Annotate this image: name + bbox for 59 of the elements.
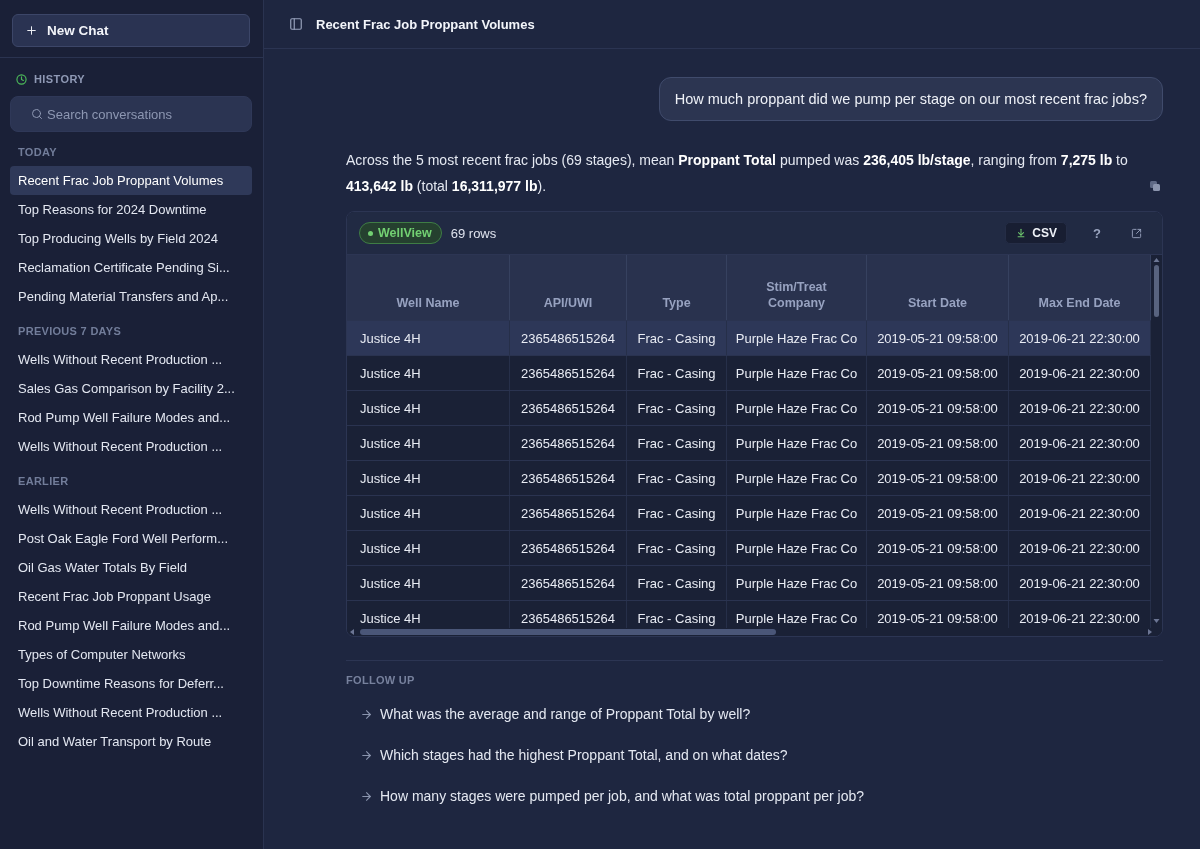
conversation-item[interactable]: Types of Computer Networks: [10, 640, 252, 669]
conversation-item[interactable]: Pending Material Transfers and Ap...: [10, 282, 252, 311]
status-dot-icon: [368, 230, 373, 236]
table-row[interactable]: Justice 4H 2365486515264 Frac - Casing Purple Haze Frac Co 2019-05-21 09:58:00 2019-06-21 22:30:00: [347, 600, 1151, 628]
table-row[interactable]: Justice 4H 2365486515264 Frac - Casing Purple Haze Frac Co 2019-05-21 09:58:00 2019-06-21 22:30:00: [347, 355, 1151, 390]
history-label: HISTORY: [34, 73, 86, 85]
table-row[interactable]: Justice 4H 2365486515264 Frac - Casing Purple Haze Frac Co 2019-05-21 09:58:00 2019-06-21 22:30:00: [347, 495, 1151, 530]
open-external-button[interactable]: [1131, 227, 1142, 239]
source-name: WellView: [378, 226, 432, 240]
arrow-right-icon: [360, 748, 373, 762]
copy-icon: [1150, 181, 1160, 191]
chat-title: Recent Frac Job Proppant Volumes: [316, 16, 535, 32]
conversation-item[interactable]: Post Oak Eagle Ford Well Perform...: [10, 524, 252, 553]
row-count: 69 rows: [450, 225, 497, 241]
follow-up-label: FOLLOW UP: [346, 674, 416, 686]
conversation-item[interactable]: Wells Without Recent Production ...: [10, 698, 252, 727]
conversation-item[interactable]: Wells Without Recent Production ...: [10, 432, 252, 461]
conversation-item[interactable]: Oil Gas Water Totals By Field: [10, 553, 252, 582]
copy-button[interactable]: [1150, 181, 1160, 191]
follow-up-question[interactable]: What was the average and range of Proppant Total by well?: [346, 696, 761, 732]
conversation-item[interactable]: Wells Without Recent Production ...: [10, 345, 252, 374]
section-label: EARLIER: [17, 474, 70, 489]
conversation-item[interactable]: Rod Pump Well Failure Modes and...: [10, 403, 252, 432]
plus-icon: [25, 24, 38, 37]
help-button[interactable]: ?: [1093, 225, 1101, 241]
table-row[interactable]: Justice 4H 2365486515264 Frac - Casing Purple Haze Frac Co 2019-05-21 09:58:00 2019-06-21 22:30:00: [347, 460, 1151, 495]
search-icon: [31, 108, 43, 120]
table-row[interactable]: Justice 4H 2365486515264 Frac - Casing Purple Haze Frac Co 2019-05-21 09:58:00 2019-06-21 22:30:00: [347, 565, 1151, 600]
conversation-item[interactable]: Top Producing Wells by Field 2024: [10, 224, 252, 253]
search-field[interactable]: Search conversations: [10, 96, 252, 132]
panel-icon: [289, 17, 303, 31]
conversation-item[interactable]: Reclamation Certificate Pending Si...: [10, 253, 252, 282]
csv-download-button[interactable]: CSV: [1005, 222, 1068, 244]
conversation-item[interactable]: Recent Frac Job Proppant Usage: [10, 582, 252, 611]
arrow-right-icon: [360, 789, 373, 803]
user-message: How much proppant did we pump per stage on our most recent frac jobs?: [658, 77, 1163, 121]
conversation-item[interactable]: Top Downtime Reasons for Deferr...: [10, 669, 252, 698]
conversation-item[interactable]: Top Reasons for 2024 Downtime: [10, 195, 252, 224]
conversation-item[interactable]: Rod Pump Well Failure Modes and...: [10, 611, 252, 640]
follow-up-question[interactable]: Which stages had the highest Proppant Total, and on what dates?: [346, 737, 798, 773]
section-label: TODAY: [17, 145, 58, 160]
external-link-icon: [1131, 227, 1142, 239]
table-row[interactable]: Justice 4H 2365486515264 Frac - Casing Purple Haze Frac Co 2019-05-21 09:58:00 2019-06-21 22:30:00: [347, 320, 1151, 355]
answer-text: Across the 5 most recent frac jobs (69 stages), mean Proppant Total pumped was 236,405 lb/stage, ranging from 7,275 lb to 413,642 lb (total 16,311,977 lb).: [346, 151, 1129, 196]
table-row[interactable]: Justice 4H 2365486515264 Frac - Casing Purple Haze Frac Co 2019-05-21 09:58:00 2019-06-21 22:30:00: [347, 425, 1151, 460]
conversation-item[interactable]: Recent Frac Job Proppant Volumes: [10, 166, 252, 195]
conversation-item[interactable]: Oil and Water Transport by Route: [10, 727, 252, 756]
download-icon: [1016, 228, 1027, 238]
horizontal-scrollbar[interactable]: [347, 628, 1162, 636]
clock-icon: [16, 73, 27, 85]
sidebar-toggle-button[interactable]: [289, 17, 303, 31]
follow-up-question[interactable]: How many stages were pumped per job, and what was total proppant per job?: [346, 778, 875, 814]
new-chat-button[interactable]: New Chat: [12, 14, 250, 47]
conversation-item[interactable]: Sales Gas Comparison by Facility 2...: [10, 374, 252, 403]
table-row[interactable]: Justice 4H 2365486515264 Frac - Casing Purple Haze Frac Co 2019-05-21 09:58:00 2019-06-21 22:30:00: [347, 390, 1151, 425]
section-label: PREVIOUS 7 DAYS: [17, 324, 123, 339]
arrow-right-icon: [360, 707, 373, 721]
table-row[interactable]: Justice 4H 2365486515264 Frac - Casing Purple Haze Frac Co 2019-05-21 09:58:00 2019-06-21 22:30:00: [347, 530, 1151, 565]
conversation-item[interactable]: Wells Without Recent Production ...: [10, 495, 252, 524]
